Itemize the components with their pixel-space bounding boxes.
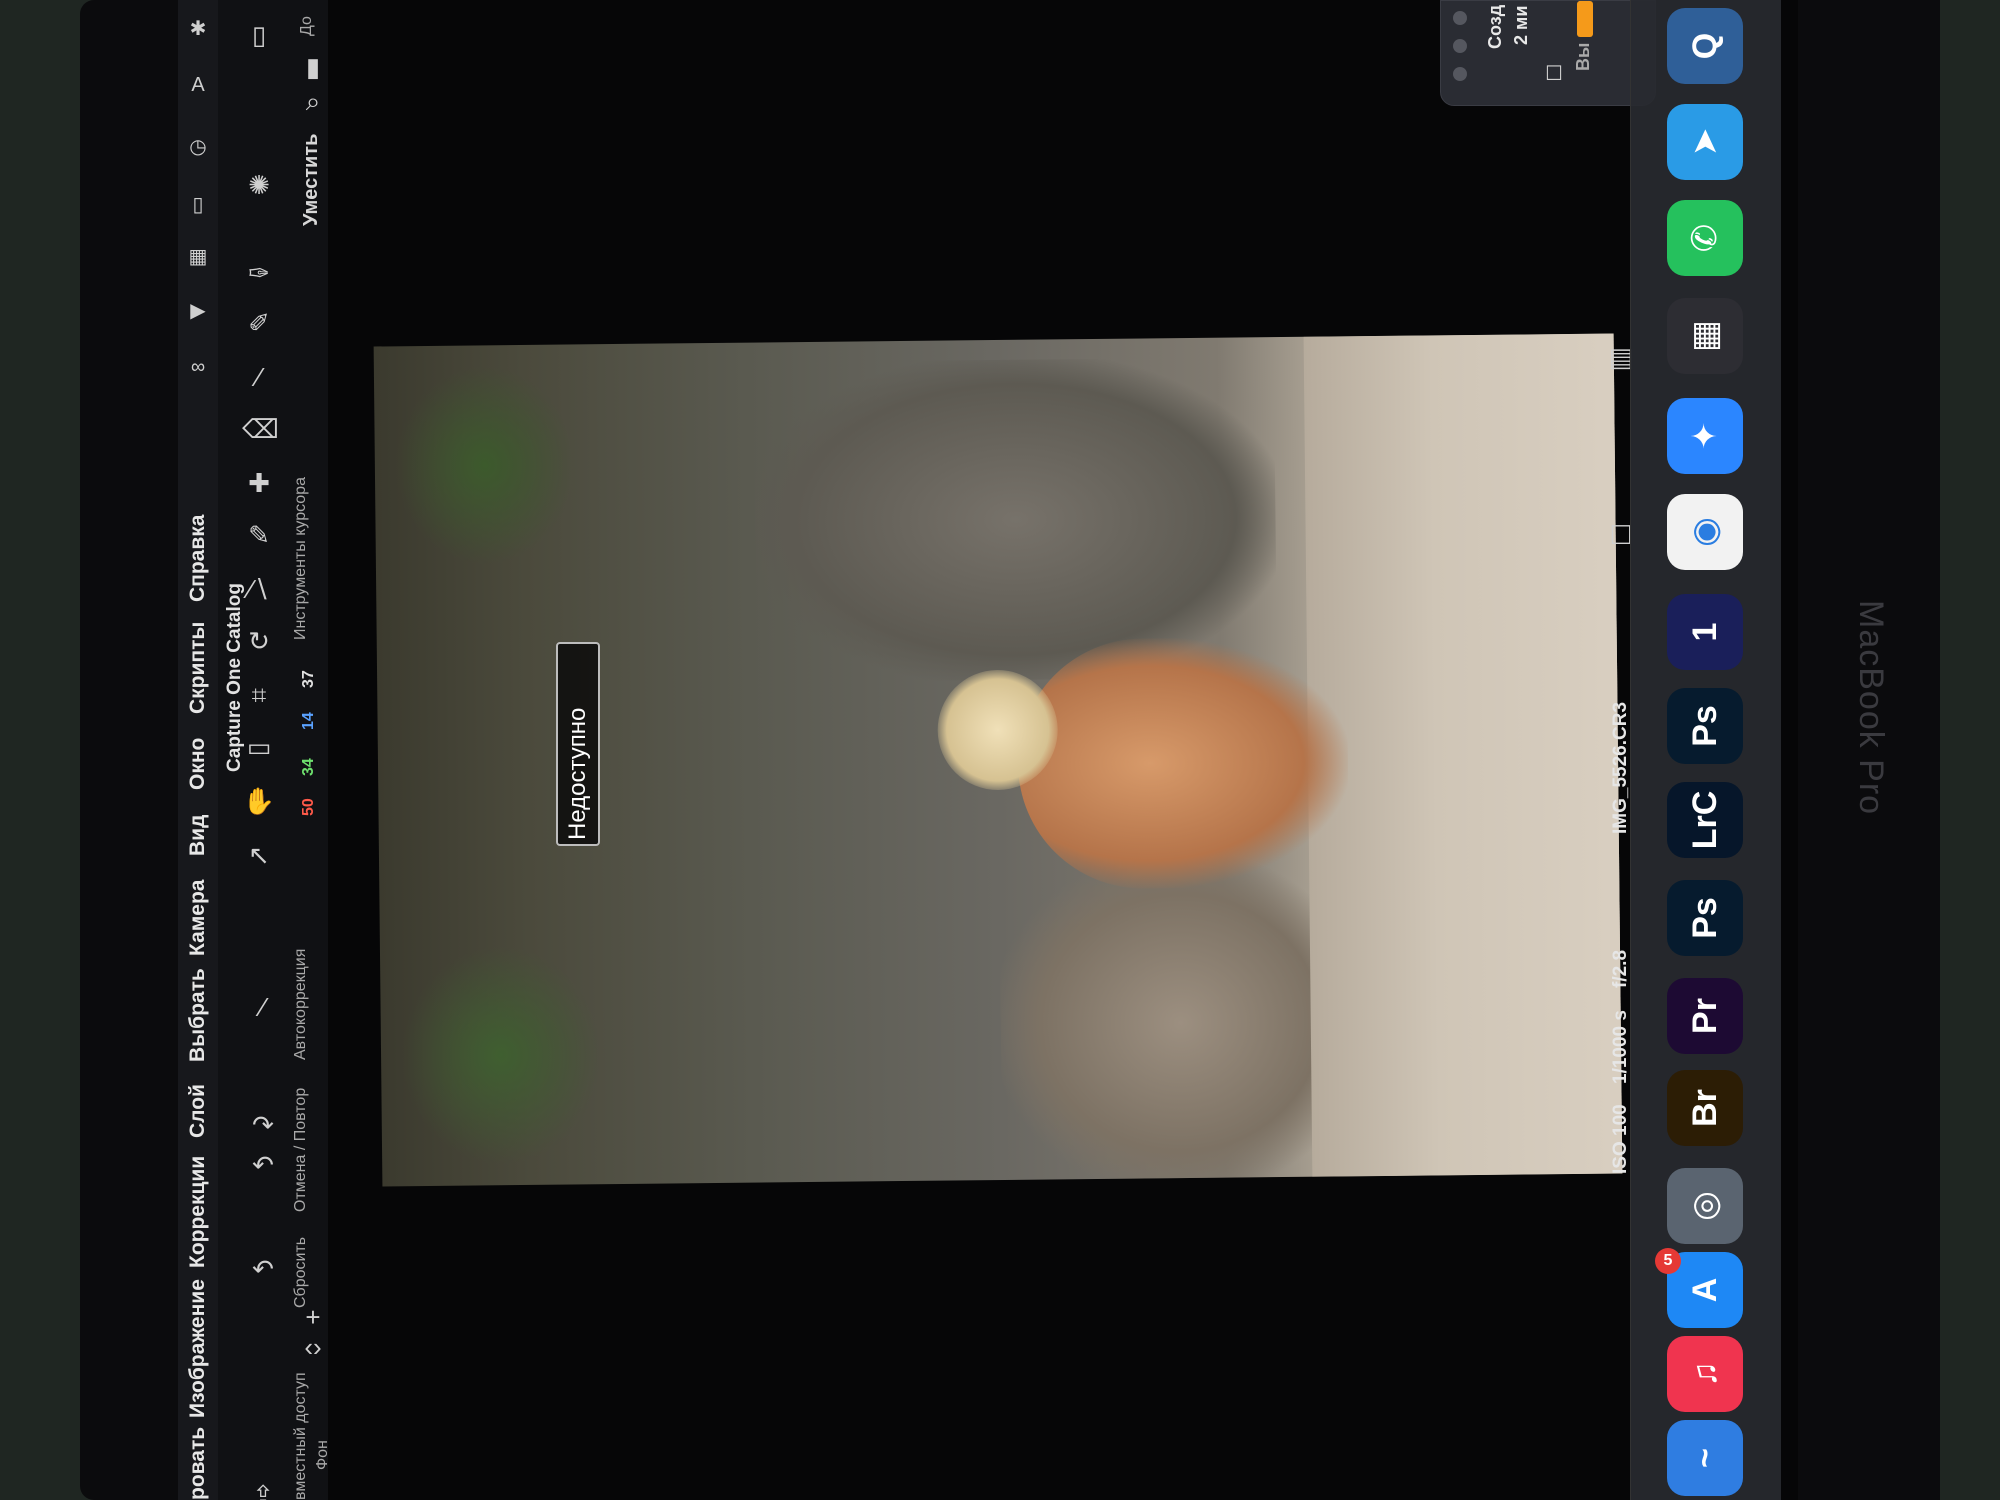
bluetooth-icon[interactable]: ✱ [187, 18, 209, 40]
straighten-icon[interactable]: ↻ [242, 624, 276, 658]
notification-dot[interactable] [1453, 11, 1467, 25]
dock-app-one[interactable]: 1 [1667, 594, 1743, 670]
crop-icon[interactable]: ⌗ [242, 678, 276, 712]
histogram-luma-value: 37 [300, 670, 317, 688]
dock-app-freeform[interactable]: ~ [1667, 1420, 1743, 1496]
menu-bar: ровать Изображение Коррекции Слой Выбрат… [178, 0, 219, 1500]
menu-item-select[interactable]: Выбрать [186, 968, 210, 1062]
phone-icon[interactable]: ▯ [187, 194, 209, 216]
play-icon[interactable]: ▶ [187, 300, 209, 322]
zoom-slider-icon[interactable]: ▮ [296, 50, 330, 84]
dock-app-photoshop[interactable]: Ps [1667, 880, 1743, 956]
notification[interactable]: Созд 2 ми Вы мож ☐ [1440, 0, 1656, 106]
windows-icon[interactable]: ▦ [187, 246, 209, 268]
dock-app-capture-one[interactable]: ◎ [1667, 1168, 1743, 1244]
shared-access-label[interactable]: вместный доступ [292, 1372, 310, 1500]
menu-item-layer[interactable]: Слой [186, 1084, 210, 1138]
dock-app-photoshop-2[interactable]: Ps [1667, 688, 1743, 764]
corner-label: До [298, 16, 315, 36]
photo-subject-hair [937, 669, 1059, 791]
dock-app-whatsapp[interactable]: ✆ [1667, 200, 1743, 276]
reset-icon[interactable]: ↶ [246, 1252, 280, 1286]
notification-checkbox-icon[interactable]: ☐ [1537, 57, 1571, 91]
creative-cloud-icon[interactable]: ∞ [187, 356, 209, 378]
undo-redo-label[interactable]: Отмена / Повтор [292, 1088, 310, 1212]
unavailable-label: Недоступно [564, 707, 591, 840]
layer-name[interactable]: Фон [314, 1440, 332, 1470]
dock-app-bridge[interactable]: Br [1667, 1070, 1743, 1146]
dock-app-lightroom-classic[interactable]: LrC [1667, 782, 1743, 858]
zoom-icon[interactable]: ⌕ [296, 84, 330, 118]
redo-icon[interactable]: ↷ [246, 1108, 280, 1142]
picker-icon[interactable]: ⁄ [242, 360, 276, 394]
select-arrow-icon[interactable]: ↖ [242, 838, 276, 872]
dock-app-safari[interactable]: ✦ [1667, 398, 1743, 474]
dock-app-chrome[interactable]: ◉ [1667, 494, 1743, 570]
brand-label: MacBook Pro [1852, 600, 1890, 816]
pen-icon[interactable]: ✑ [242, 256, 276, 290]
auto-adjust-label[interactable]: Автокоррекция [292, 949, 310, 1060]
photo-rock-lower [999, 856, 1363, 1187]
filename: IMG_5526.CR3 [1610, 701, 1631, 834]
menu-item-view[interactable]: Вид [186, 815, 210, 856]
dock: ~ ♫ A 5 ◎ Br Pr Ps LrC Ps 1 ◉ ✦ ▦ ✆ ➤ Q [1630, 0, 1781, 1500]
notification-line2: 2 ми [1511, 5, 1531, 45]
dock-app-photo-booth[interactable]: ▦ [1667, 298, 1743, 374]
notification-dot[interactable] [1453, 39, 1467, 53]
dock-app-quicktime[interactable]: Q [1667, 8, 1743, 84]
heal-icon[interactable]: ✚ [242, 466, 276, 500]
brush-icon[interactable]: ✎ [242, 518, 276, 552]
add-layer-icon[interactable]: + [296, 1300, 330, 1334]
menu-item-image[interactable]: Изображение [186, 1279, 210, 1418]
iso-value: ISO 100 [1610, 1104, 1631, 1174]
menu-item-window[interactable]: Окно [186, 738, 210, 790]
dock-app-music[interactable]: ♫ [1667, 1336, 1743, 1412]
unavailable-badge: Недоступно [556, 642, 600, 846]
histogram-red-value: 50 [300, 798, 317, 816]
menu-item-scripts[interactable]: Скрипты [186, 622, 210, 714]
toolbar: вместный доступ Сбросить Отмена / Повтор… [218, 0, 331, 1500]
loading-spinner-icon: ✺ [248, 170, 270, 200]
shutter-value: 1/1000 s [1610, 1010, 1631, 1084]
time-machine-icon[interactable]: ◷ [187, 136, 209, 158]
eraser-icon[interactable]: ⌫ [242, 412, 279, 446]
notification-dot[interactable] [1453, 67, 1467, 81]
undo-icon[interactable]: ↶ [246, 1148, 280, 1182]
notification-line1: Созд [1485, 4, 1505, 49]
input-source-icon[interactable]: A [187, 74, 209, 96]
photo-foliage [393, 364, 576, 567]
layout-icon[interactable]: ▯ [242, 18, 276, 52]
app-store-badge: 5 [1655, 1248, 1681, 1274]
share-icon[interactable]: ⇪ [246, 1478, 280, 1500]
menu-item-help[interactable]: Справка [186, 515, 210, 602]
notification-progress [1577, 1, 1593, 37]
cursor-tools-label: Инструменты курсора [292, 477, 309, 640]
rotate-tool-icon[interactable]: ▭ [242, 730, 276, 764]
photo-rock [753, 357, 1278, 683]
menu-item-adjustments[interactable]: Коррекции [186, 1156, 210, 1268]
aperture-value: f/2.8 [1610, 949, 1631, 988]
notification-controls[interactable] [1453, 11, 1467, 95]
screen: ровать Изображение Коррекции Слой Выбрат… [178, 0, 1798, 1500]
dock-app-telegram[interactable]: ➤ [1667, 104, 1743, 180]
histogram-green-value: 34 [300, 758, 317, 776]
hand-icon[interactable]: ✋ [242, 784, 276, 818]
menu-item-camera[interactable]: Камера [186, 880, 210, 956]
fit-label[interactable]: Уместить [300, 134, 323, 226]
reset-label[interactable]: Сбросить [292, 1237, 310, 1308]
photo-subject [1016, 636, 1350, 890]
magic-wand-icon[interactable]: ⁄ [246, 990, 280, 1024]
photo-foliage-lower [399, 944, 603, 1167]
keystone-icon[interactable]: ∕∖ [242, 572, 276, 606]
annotate-icon[interactable]: ✐ [242, 306, 276, 340]
chevron-icon[interactable]: ‹› [296, 1330, 330, 1364]
dock-app-premiere[interactable]: Pr [1667, 978, 1743, 1054]
histogram-blue-value: 14 [300, 712, 317, 730]
photo-sand [1303, 333, 1623, 1177]
menu-item-edit[interactable]: ровать [186, 1427, 210, 1500]
